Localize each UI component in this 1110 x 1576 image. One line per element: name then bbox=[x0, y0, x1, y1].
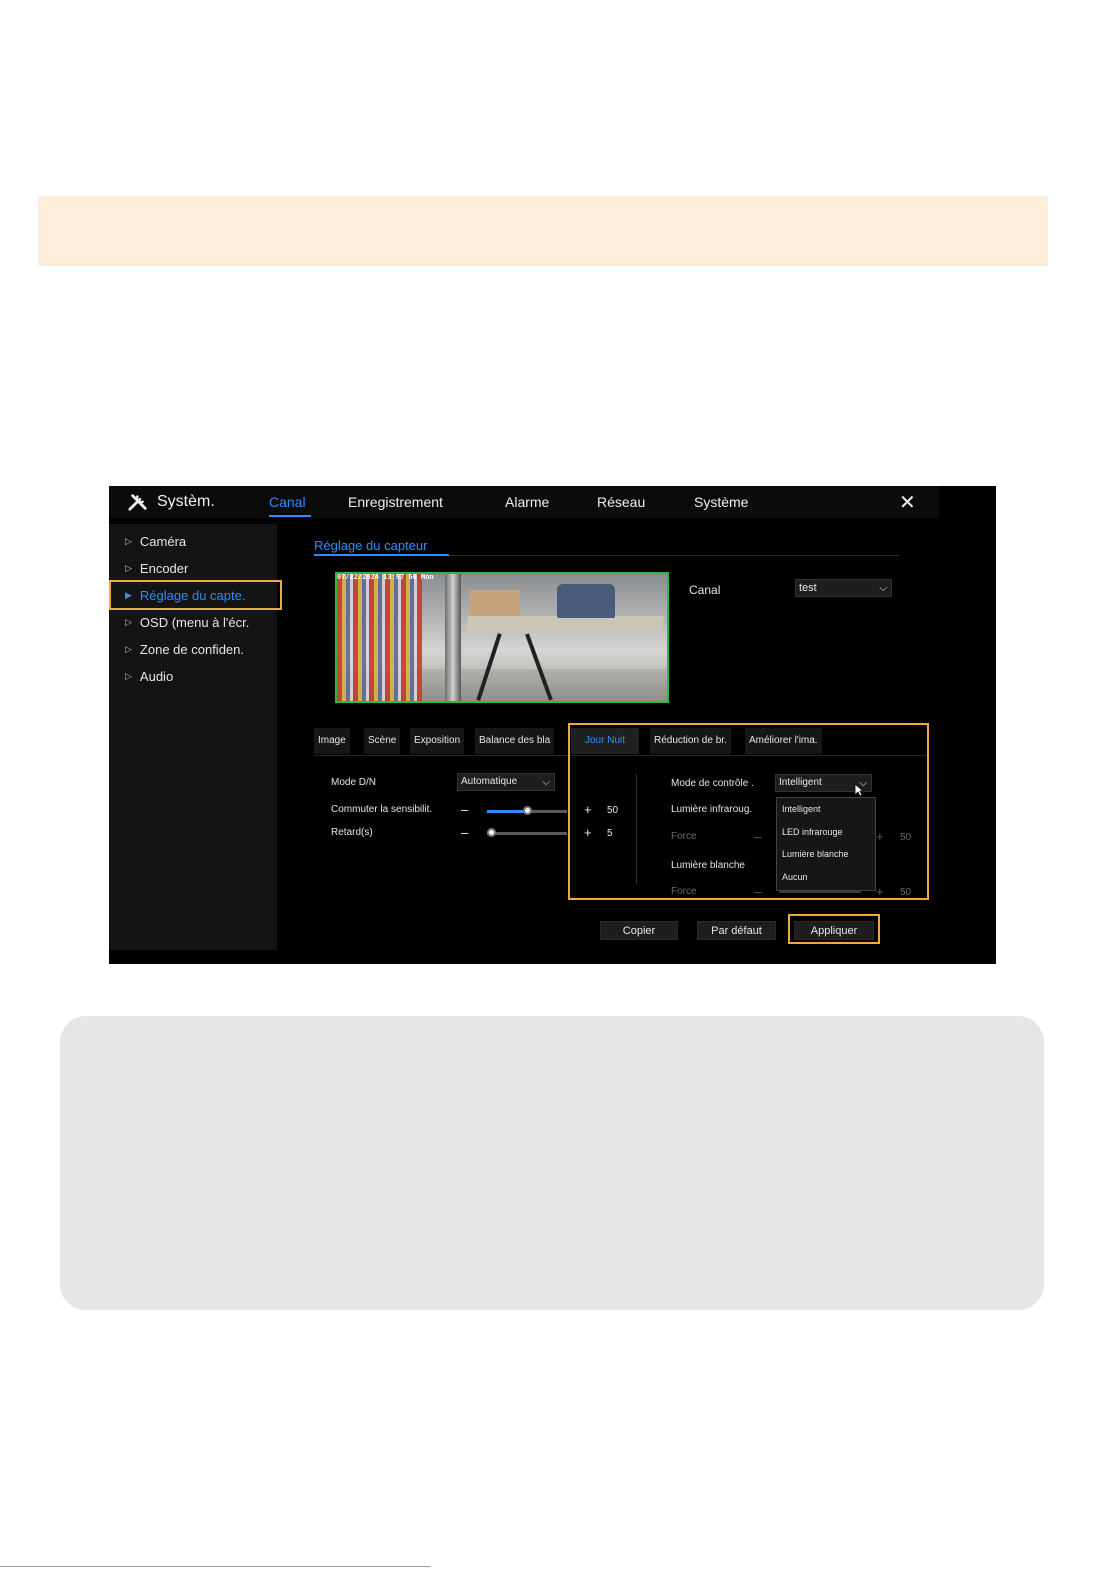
default-button[interactable]: Par défaut bbox=[697, 921, 776, 940]
day-night-highlight-box bbox=[568, 723, 929, 900]
section-underline bbox=[314, 554, 449, 556]
top-navigation-bar: Systèm. Canal Enregistrement Alarme Rése… bbox=[109, 486, 939, 518]
sidebar-item-privacy-zone[interactable]: ▷ Zone de confiden. bbox=[125, 642, 244, 657]
sensitivity-slider-knob[interactable] bbox=[523, 806, 532, 815]
triangle-right-icon: ▷ bbox=[125, 536, 132, 546]
preview-pole bbox=[445, 574, 461, 701]
mode-dn-select[interactable]: Automatique ⌵ bbox=[457, 773, 555, 791]
sidebar-highlight-box bbox=[109, 580, 282, 610]
footer-rule bbox=[0, 1566, 430, 1567]
sidebar-item-audio[interactable]: ▷ Audio bbox=[125, 669, 173, 684]
delay-slider[interactable] bbox=[487, 832, 567, 835]
tab-image[interactable]: Image bbox=[314, 728, 350, 754]
close-icon[interactable]: ✕ bbox=[899, 490, 916, 515]
preview-osd-timestamp: 07/22/2024 13:57 56 Mon bbox=[337, 574, 434, 582]
nav-tab-canal[interactable]: Canal bbox=[269, 494, 306, 510]
nav-tab-systeme[interactable]: Système bbox=[694, 494, 748, 510]
sidebar-item-encoder[interactable]: ▷ Encoder bbox=[125, 561, 188, 576]
triangle-right-icon: ▷ bbox=[125, 563, 132, 573]
sidebar-item-label: Encoder bbox=[139, 561, 189, 576]
preview-table bbox=[465, 616, 665, 632]
chevron-down-icon: ⌵ bbox=[542, 777, 550, 788]
apply-highlight-box bbox=[788, 914, 880, 944]
triangle-right-icon: ▷ bbox=[125, 644, 132, 654]
note-banner bbox=[38, 196, 1048, 266]
chevron-down-icon: ⌵ bbox=[879, 583, 887, 594]
nav-tab-reseau[interactable]: Réseau bbox=[597, 494, 645, 510]
triangle-right-icon: ▷ bbox=[125, 617, 132, 627]
info-panel bbox=[60, 1016, 1044, 1310]
sidebar-item-label: Audio bbox=[139, 669, 174, 684]
canal-select-value: test bbox=[799, 582, 817, 594]
tab-scene[interactable]: Scène bbox=[364, 728, 401, 754]
sensitivity-label: Commuter la sensibilit. bbox=[331, 804, 433, 815]
sidebar-item-label: OSD (menu à l'écr. bbox=[139, 615, 250, 630]
sidebar-item-label: Caméra bbox=[139, 534, 187, 549]
camera-preview: 07/22/2024 13:57 56 Mon bbox=[335, 572, 669, 703]
sidebar-item-label: Zone de confiden. bbox=[139, 642, 244, 657]
section-title[interactable]: Réglage du capteur bbox=[314, 538, 427, 553]
preview-shelf bbox=[337, 574, 422, 701]
section-divider bbox=[449, 555, 899, 556]
canal-select[interactable]: test ⌵ bbox=[795, 579, 892, 597]
sensitivity-slider-fill bbox=[487, 810, 527, 813]
sidebar-item-osd[interactable]: ▷ OSD (menu à l'écr. bbox=[125, 615, 249, 630]
app-title: Systèm. bbox=[157, 493, 215, 510]
mode-dn-value: Automatique bbox=[461, 776, 518, 787]
minus-icon[interactable]: – bbox=[461, 803, 468, 816]
nav-tab-alarme[interactable]: Alarme bbox=[505, 494, 549, 510]
minus-icon[interactable]: – bbox=[461, 826, 468, 839]
nvr-settings-screenshot: Systèm. Canal Enregistrement Alarme Rése… bbox=[109, 486, 996, 964]
tab-exposition[interactable]: Exposition bbox=[410, 728, 465, 754]
tab-white-balance[interactable]: Balance des bla bbox=[475, 728, 555, 754]
tools-icon bbox=[128, 494, 147, 511]
document-page: Systèm. Canal Enregistrement Alarme Rése… bbox=[0, 0, 1110, 1576]
canal-label: Canal bbox=[689, 583, 721, 597]
mode-dn-label: Mode D/N bbox=[331, 777, 377, 788]
delay-label: Retard(s) bbox=[331, 827, 373, 838]
sidebar-item-camera[interactable]: ▷ Caméra bbox=[125, 534, 186, 549]
preview-machine bbox=[557, 584, 615, 618]
nav-tab-enregistrement[interactable]: Enregistrement bbox=[348, 494, 443, 510]
copy-button[interactable]: Copier bbox=[600, 921, 678, 940]
app-logo: Systèm. bbox=[127, 492, 215, 512]
active-nav-underline bbox=[269, 515, 311, 517]
delay-slider-knob[interactable] bbox=[487, 828, 496, 837]
triangle-right-icon: ▷ bbox=[125, 671, 132, 681]
preview-boxes bbox=[470, 590, 520, 618]
